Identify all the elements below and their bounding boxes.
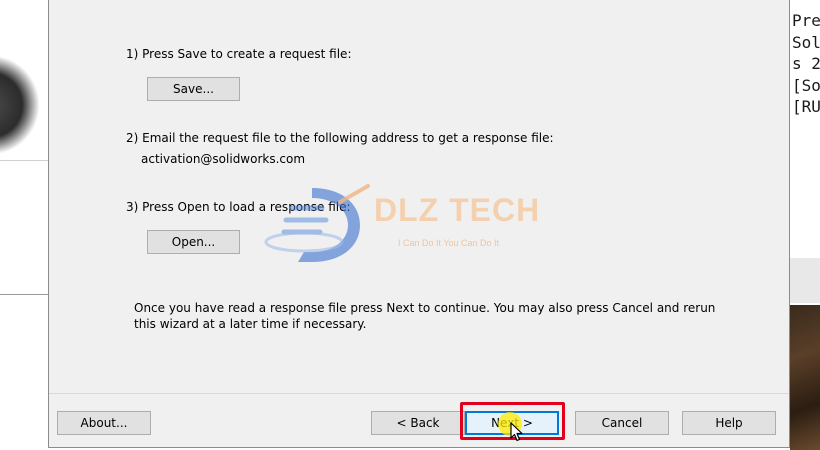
info-text-line1: Once you have read a response file press… (134, 301, 716, 315)
background-divider (0, 160, 48, 161)
about-button[interactable]: About... (57, 411, 151, 435)
cancel-button[interactable]: Cancel (575, 411, 669, 435)
mouse-pointer-icon (510, 422, 523, 442)
background-divider (0, 294, 48, 295)
background-panel (790, 258, 820, 303)
dlz-tech-watermark: DLZ TECH I Can Do It You Can Do It (264, 180, 564, 270)
footer-separator (49, 393, 789, 394)
step3-instruction: 3) Press Open to load a response file: (126, 200, 351, 214)
back-button[interactable]: < Back (371, 411, 465, 435)
activation-wizard-dialog: 1) Press Save to create a request file: … (48, 0, 790, 448)
step2-instruction: 2) Email the request file to the followi… (126, 131, 554, 145)
save-button[interactable]: Save... (147, 77, 240, 101)
background-photo (790, 305, 820, 450)
info-text-line2: this wizard at a later time if necessary… (134, 317, 367, 331)
background-left (0, 0, 48, 450)
watermark-title: DLZ TECH (374, 192, 541, 228)
step1-instruction: 1) Press Save to create a request file: (126, 47, 352, 61)
help-button[interactable]: Help (682, 411, 776, 435)
activation-email: activation@solidworks.com (141, 152, 306, 166)
open-button[interactable]: Open... (147, 230, 240, 254)
watermark-subtitle: I Can Do It You Can Do It (398, 238, 500, 248)
console-text: PreSolis 20[Sol[RUN (792, 11, 820, 116)
background-right: PreSolis 20[Sol[RUN (790, 0, 820, 450)
wizard-content: 1) Press Save to create a request file: … (49, 0, 789, 393)
dlz-logo-icon (264, 184, 370, 262)
background-figure (0, 55, 40, 155)
